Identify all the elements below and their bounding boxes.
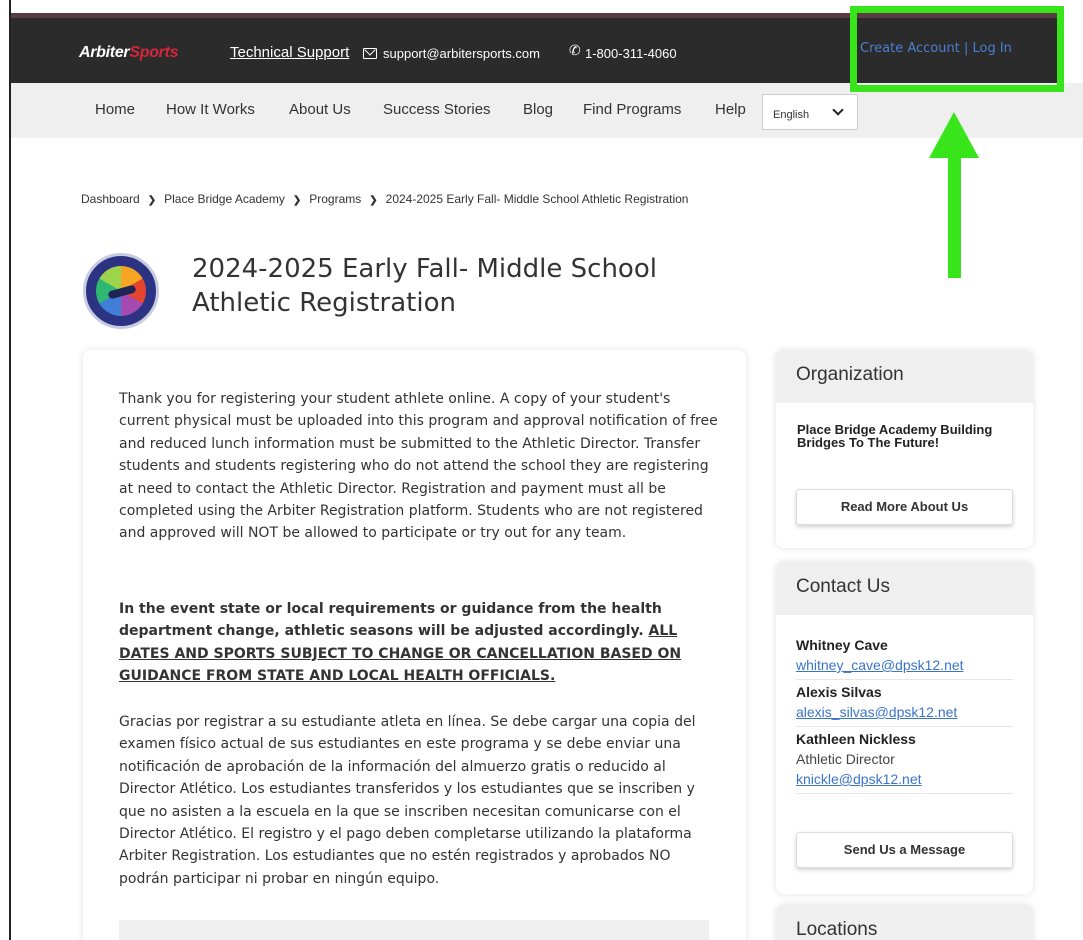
nav-about-us[interactable]: About Us: [289, 101, 351, 118]
nav-help[interactable]: Help: [715, 101, 746, 118]
contact-card: Contact Us Whitney Cave whitney_cave@dps…: [776, 562, 1033, 894]
organization-name: Place Bridge Academy Building Bridges To…: [797, 422, 993, 450]
arbiter-logo[interactable]: ArbiterSports: [79, 44, 179, 62]
annotation-highlight-box: [850, 6, 1064, 92]
health-notice: In the event state or local requirements…: [119, 598, 719, 688]
nav-how-it-works[interactable]: How It Works: [166, 101, 255, 118]
support-phone[interactable]: 1-800-311-4060: [585, 46, 677, 61]
breadcrumb-dashboard[interactable]: Dashboard: [81, 192, 140, 206]
contact-name: Whitney Cave: [796, 637, 888, 653]
locations-card: Locations: [776, 905, 1033, 940]
send-message-button[interactable]: Send Us a Message: [796, 832, 1013, 868]
organization-card: Organization Place Bridge Academy Buildi…: [776, 350, 1033, 548]
annotation-arrow-shaft: [948, 150, 961, 278]
phone-icon: ✆: [569, 43, 581, 59]
content-block: [119, 920, 709, 940]
contact-name: Kathleen Nickless: [796, 731, 916, 747]
chevron-right-icon: ❯: [292, 195, 302, 206]
contact-email[interactable]: knickle@dpsk12.net: [796, 769, 1013, 794]
read-more-button[interactable]: Read More About Us: [796, 489, 1013, 525]
language-select[interactable]: English: [762, 94, 858, 130]
organization-logo: [83, 253, 159, 329]
nav-blog[interactable]: Blog: [523, 101, 553, 118]
contact-list: Whitney Cave whitney_cave@dpsk12.net Ale…: [796, 635, 1013, 796]
chevron-right-icon: ❯: [147, 195, 157, 206]
breadcrumb-programs[interactable]: Programs: [309, 192, 361, 206]
contact-email[interactable]: whitney_cave@dpsk12.net: [796, 655, 1013, 680]
chevron-down-icon: [832, 104, 844, 116]
breadcrumb-organization[interactable]: Place Bridge Academy: [164, 192, 285, 206]
support-email[interactable]: support@arbitersports.com: [383, 46, 540, 61]
nav-success-stories[interactable]: Success Stories: [383, 101, 491, 118]
description-spanish: Gracias por registrar a su estudiante at…: [119, 714, 696, 887]
nav-find-programs[interactable]: Find Programs: [583, 101, 681, 118]
breadcrumb: Dashboard ❯ Place Bridge Academy ❯ Programs ❯…: [81, 192, 688, 206]
locations-heading: Locations: [776, 905, 1033, 940]
contact-role: Athletic Director: [796, 751, 895, 767]
breadcrumb-current: 2024-2025 Early Fall- Middle School Athl…: [385, 192, 689, 206]
contact-heading: Contact Us: [776, 562, 1033, 615]
contact-name: Alexis Silvas: [796, 684, 882, 700]
nav-home[interactable]: Home: [95, 101, 135, 118]
page-title: 2024-2025 Early Fall- Middle School Athl…: [192, 254, 657, 318]
health-notice-text: In the event state or local requirements…: [119, 601, 662, 640]
contact-email[interactable]: alexis_silvas@dpsk12.net: [796, 702, 1013, 727]
organization-heading: Organization: [776, 350, 1033, 403]
logo-secondary: Sports: [129, 44, 179, 61]
language-value: English: [773, 109, 810, 121]
description-english: Thank you for registering your student a…: [119, 391, 718, 542]
mail-icon: [363, 48, 377, 59]
window-edge: [9, 0, 11, 940]
chevron-right-icon: ❯: [369, 195, 378, 206]
program-description-card: Thank you for registering your student a…: [83, 350, 746, 940]
technical-support-link[interactable]: Technical Support: [230, 44, 349, 61]
logo-primary: Arbiter: [79, 44, 130, 61]
